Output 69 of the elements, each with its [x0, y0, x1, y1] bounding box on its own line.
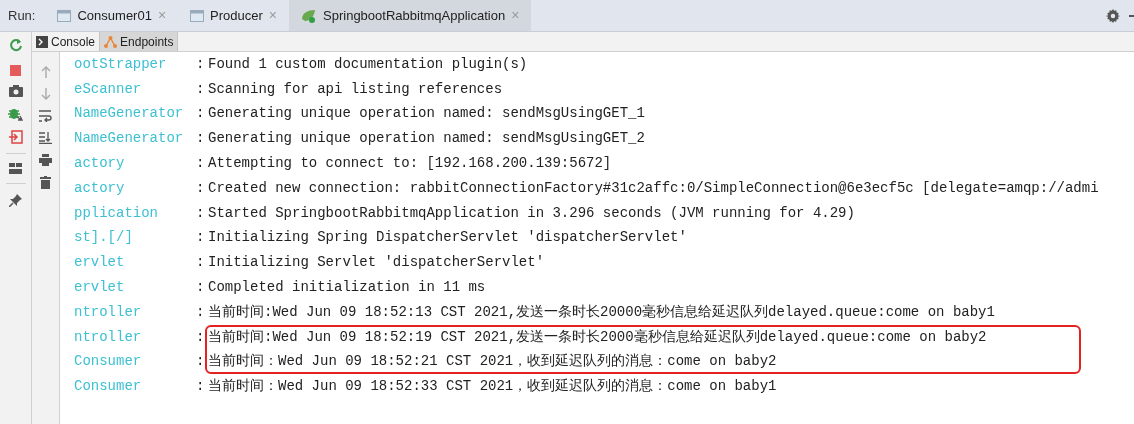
log-message: Started SpringbootRabbitmqApplication in 3.296 seconds (JVM running for 4.29): [208, 203, 855, 223]
wrap-icon[interactable]: [39, 110, 52, 122]
window-icon: [190, 9, 205, 22]
log-message: Found 1 custom documentation plugin(s): [208, 54, 528, 74]
run-tab[interactable]: Consumer01 ×: [45, 0, 179, 31]
logger-name: pplication: [74, 203, 159, 223]
log-message: Created new connection: rabbitConnectionFactory#31c2affc:0/SimpleConnection@6e3ecf5c [delegate=amqp://admi: [208, 178, 1099, 198]
separator-text: :: [196, 278, 206, 298]
logger-name: st].[/]: [74, 228, 134, 248]
log-message: 当前时间:Wed Jun 09 18:52:13 CST 2021,发送一条时长20000毫秒信息给延迟队列delayed.queue:come on baby1: [208, 302, 995, 322]
separator-text: :: [196, 228, 206, 248]
tab-label: Endpoints: [120, 33, 174, 51]
separator-text: :: [196, 352, 206, 372]
log-message: 当前时间：Wed Jun 09 18:52:21 CST 2021，收到延迟队列的消息：come on baby2: [208, 352, 777, 372]
login-icon[interactable]: [8, 130, 23, 144]
settings-icon[interactable]: [1106, 8, 1120, 23]
tab-label: Consumer01: [77, 6, 152, 25]
tool-tab[interactable]: Console: [32, 32, 100, 51]
separator-text: :: [196, 129, 206, 149]
logger-name: Consumer: [74, 377, 143, 397]
terminal-icon: [36, 35, 48, 48]
logger-name: NameGenerator: [74, 129, 185, 149]
rerun-icon[interactable]: [8, 38, 23, 52]
tab-label: SpringbootRabbitmqApplication: [323, 6, 506, 25]
logger-name: actory: [74, 178, 126, 198]
separator-text: :: [196, 178, 206, 198]
tab-label: Console: [51, 33, 96, 51]
leaf-icon: [301, 8, 318, 23]
pin-icon[interactable]: [8, 193, 23, 207]
separator-text: :: [196, 253, 206, 273]
run-label: Run:: [7, 6, 37, 25]
separator-text: :: [196, 154, 206, 174]
bug-icon[interactable]: [8, 106, 23, 121]
log-message: Scanning for api listing references: [208, 79, 503, 99]
tool-tab[interactable]: Endpoints: [99, 32, 179, 51]
log-message: Initializing Spring DispatcherServlet 'dispatcherServlet': [208, 228, 687, 248]
log-message: Generating unique operation named: sendMsgUsingGET_2: [208, 129, 645, 149]
logger-name: eScanner: [74, 79, 143, 99]
logger-name: Consumer: [74, 352, 143, 372]
separator-text: :: [196, 302, 206, 322]
scroll-end-icon[interactable]: [39, 132, 52, 144]
logger-name: NameGenerator: [74, 104, 185, 124]
logger-name: ervlet: [74, 253, 126, 273]
window-icon: [57, 9, 72, 22]
logger-name: ntroller: [74, 302, 143, 322]
separator-text: :: [196, 327, 206, 347]
log-message: 当前时间：Wed Jun 09 18:52:33 CST 2021，收到延迟队列的消息：come on baby1: [208, 377, 777, 397]
run-tab[interactable]: SpringbootRabbitmqApplication ×: [289, 0, 532, 31]
log-message: Completed initialization in 11 ms: [208, 278, 486, 298]
logger-name: actory: [74, 154, 126, 174]
logger-name: ervlet: [74, 278, 126, 298]
log-message: 当前时间:Wed Jun 09 18:52:19 CST 2021,发送一条时长2000毫秒信息给延迟队列delayed.queue:come on baby2: [208, 327, 987, 347]
separator-text: :: [196, 104, 206, 124]
log-message: Attempting to connect to: [192.168.200.139:5672]: [208, 154, 612, 174]
separator-text: :: [196, 79, 206, 99]
log-message: Initializing Servlet 'dispatcherServlet': [208, 253, 545, 273]
tab-label: Producer: [210, 6, 263, 25]
camera-icon[interactable]: [8, 85, 23, 97]
separator-text: :: [196, 54, 206, 74]
nodes-icon: [104, 35, 118, 48]
run-tab[interactable]: Producer ×: [178, 0, 290, 31]
separator-text: :: [196, 377, 206, 397]
separator-text: :: [196, 203, 206, 223]
log-message: Generating unique operation named: sendMsgUsingGET_1: [208, 104, 645, 124]
logger-name: ootStrapper: [74, 54, 168, 74]
logger-name: ntroller: [74, 327, 143, 347]
print-icon[interactable]: [39, 154, 52, 166]
layout-icon[interactable]: [9, 163, 22, 174]
trash-icon[interactable]: [40, 176, 51, 189]
